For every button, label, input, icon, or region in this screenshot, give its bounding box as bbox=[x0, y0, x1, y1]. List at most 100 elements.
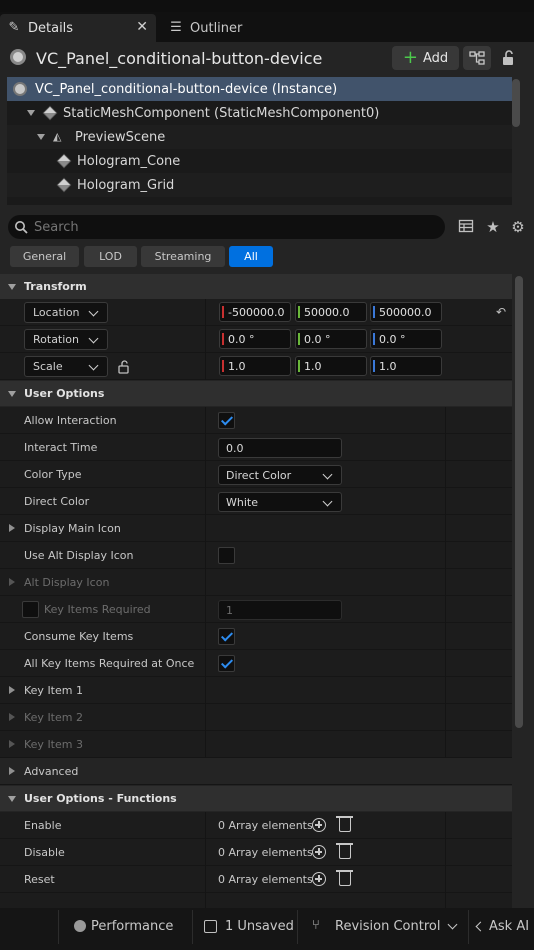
performance-button[interactable]: Performance bbox=[74, 908, 173, 944]
column-divider bbox=[205, 677, 206, 704]
tab-details[interactable]: ✎ Details ✕ bbox=[0, 14, 156, 42]
all-key-items-checkbox[interactable] bbox=[218, 655, 235, 672]
property-key-item-1[interactable]: Key Item 1 bbox=[0, 677, 512, 704]
tree-item-hologram-cone[interactable]: Hologram_Cone bbox=[7, 149, 512, 173]
tree-scrollbar[interactable] bbox=[512, 79, 520, 127]
filter-lod-button[interactable]: LOD bbox=[84, 246, 137, 267]
property-display-main-icon[interactable]: Display Main Icon bbox=[0, 515, 512, 542]
scale-x-field[interactable]: 1.0 bbox=[219, 356, 291, 376]
ask-ai-button[interactable]: Ask AI bbox=[475, 908, 529, 944]
key-items-required-checkbox[interactable] bbox=[22, 601, 39, 618]
category-transform[interactable]: Transform bbox=[0, 274, 512, 299]
dropdown-value: Direct Color bbox=[226, 468, 292, 482]
scale-y-field[interactable]: 1.0 bbox=[295, 356, 367, 376]
direct-color-dropdown[interactable]: White bbox=[218, 492, 342, 512]
column-divider bbox=[205, 893, 206, 908]
blueprint-button[interactable] bbox=[463, 46, 491, 70]
location-dropdown[interactable]: Location bbox=[24, 302, 108, 323]
expand-arrow-icon[interactable] bbox=[9, 524, 15, 532]
property-allow-interaction: Allow Interaction bbox=[0, 407, 512, 434]
category-user-options-functions[interactable]: User Options - Functions bbox=[0, 786, 512, 811]
tree-item-hologram-grid[interactable]: Hologram_Grid bbox=[7, 173, 512, 197]
location-x-field[interactable]: -500000.0 bbox=[219, 302, 291, 322]
add-element-icon[interactable] bbox=[312, 818, 326, 832]
gear-icon[interactable]: ⚙ bbox=[509, 218, 527, 236]
color-type-dropdown[interactable]: Direct Color bbox=[218, 465, 342, 485]
reset-arrow-icon[interactable]: ↶ bbox=[496, 305, 506, 319]
details-scrollbar[interactable] bbox=[515, 276, 523, 728]
property-advanced[interactable]: Advanced bbox=[0, 758, 512, 785]
search-box[interactable] bbox=[8, 215, 445, 239]
property-key-item-3: Key Item 3 bbox=[0, 731, 512, 758]
close-icon[interactable]: ✕ bbox=[136, 19, 148, 35]
column-divider bbox=[205, 812, 206, 839]
scene-component-icon: ◭ bbox=[53, 130, 62, 143]
column-divider bbox=[205, 434, 206, 461]
star-icon[interactable]: ★ bbox=[484, 218, 502, 236]
property-label: Key Item 3 bbox=[24, 738, 83, 751]
add-component-button[interactable]: + Add bbox=[392, 46, 459, 70]
filter-streaming-button[interactable]: Streaming bbox=[141, 246, 225, 267]
revision-branch-icon: ⑂ bbox=[312, 918, 320, 933]
add-button-label: Add bbox=[422, 50, 449, 66]
array-count: 0 Array elements bbox=[218, 873, 313, 886]
rotation-dropdown[interactable]: Rotation bbox=[24, 329, 108, 350]
location-y-field[interactable]: 50000.0 bbox=[295, 302, 367, 322]
tree-item-static-mesh[interactable]: StaticMeshComponent (StaticMeshComponent… bbox=[7, 101, 512, 125]
scale-dropdown[interactable]: Scale bbox=[24, 356, 108, 377]
collapse-arrow-icon[interactable] bbox=[8, 796, 16, 802]
tab-outliner[interactable]: ☰ Outliner bbox=[160, 14, 280, 42]
rotation-z-field[interactable]: 0.0 ° bbox=[370, 329, 442, 349]
trash-icon[interactable] bbox=[336, 870, 353, 886]
status-divider bbox=[297, 910, 298, 944]
property-location: Location -500000.0 50000.0 500000.0 ↶ bbox=[0, 299, 512, 326]
location-z-field[interactable]: 500000.0 bbox=[370, 302, 442, 322]
tree-item-preview-scene[interactable]: ◭ PreviewScene bbox=[7, 125, 512, 149]
property-label: Key Items Required bbox=[44, 603, 151, 616]
tree-item-label: Hologram_Grid bbox=[77, 177, 175, 193]
static-mesh-cube-icon bbox=[42, 105, 58, 121]
use-alt-display-icon-checkbox[interactable] bbox=[218, 547, 235, 564]
search-input[interactable] bbox=[34, 219, 414, 235]
actor-title: VC_Panel_conditional-button-device bbox=[36, 49, 323, 68]
tree-item-label: StaticMeshComponent (StaticMeshComponent… bbox=[63, 105, 380, 121]
interact-time-field[interactable]: 0.0 bbox=[218, 438, 342, 458]
allow-interaction-checkbox[interactable] bbox=[218, 412, 235, 429]
trash-icon[interactable] bbox=[336, 843, 353, 859]
expand-arrow-icon[interactable] bbox=[9, 686, 15, 694]
rotation-y-field[interactable]: 0.0 ° bbox=[295, 329, 367, 349]
filter-all-button[interactable]: All bbox=[229, 246, 273, 267]
hierarchy-icon bbox=[469, 51, 485, 65]
consume-key-items-checkbox[interactable] bbox=[218, 628, 235, 645]
rotation-x-field[interactable]: 0.0 ° bbox=[219, 329, 291, 349]
collapse-arrow-icon[interactable] bbox=[8, 284, 16, 290]
category-label: User Options bbox=[24, 387, 105, 400]
trash-icon[interactable] bbox=[336, 816, 353, 832]
collapse-arrow-icon[interactable] bbox=[8, 391, 16, 397]
property-label: Key Item 1 bbox=[24, 684, 83, 697]
column-divider bbox=[205, 488, 206, 515]
collapse-arrow-icon[interactable] bbox=[37, 134, 45, 140]
collapse-arrow-icon[interactable] bbox=[27, 110, 35, 116]
unsaved-button[interactable]: 1 Unsaved bbox=[204, 908, 294, 944]
unlock-icon[interactable] bbox=[117, 360, 131, 374]
tree-item-instance[interactable]: VC_Panel_conditional-button-device (Inst… bbox=[7, 77, 512, 101]
filter-general-button[interactable]: General bbox=[10, 246, 79, 267]
scale-z-field[interactable]: 1.0 bbox=[370, 356, 442, 376]
revision-control-button[interactable]: ⑂ Revision Control bbox=[312, 908, 458, 944]
property-list: Transform Location -500000.0 50000.0 500… bbox=[0, 274, 512, 908]
property-label: Alt Display Icon bbox=[24, 576, 110, 589]
static-mesh-cube-icon bbox=[56, 177, 72, 193]
column-divider bbox=[205, 326, 206, 353]
add-element-icon[interactable] bbox=[312, 845, 326, 859]
column-divider bbox=[205, 623, 206, 650]
column-divider bbox=[205, 569, 206, 596]
add-element-icon[interactable] bbox=[312, 872, 326, 886]
property-interact-time: Interact Time 0.0 bbox=[0, 434, 512, 461]
table-view-icon[interactable] bbox=[457, 218, 475, 236]
unlock-icon[interactable] bbox=[499, 49, 519, 67]
column-divider bbox=[205, 542, 206, 569]
category-user-options[interactable]: User Options bbox=[0, 381, 512, 406]
expand-arrow-icon[interactable] bbox=[9, 767, 15, 775]
column-divider bbox=[445, 677, 446, 704]
